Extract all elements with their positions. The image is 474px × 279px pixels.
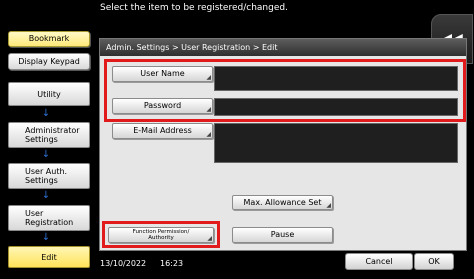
corner-mark-icon: ◢ — [326, 202, 331, 209]
control-panel-screen: Select the item to be registered/changed… — [0, 0, 474, 279]
nav-step-user-auth-settings[interactable]: User Auth. Settings — [8, 163, 90, 189]
breadcrumb: Admin. Settings > User Registration > Ed… — [100, 39, 466, 56]
nav-step-label: Edit — [41, 252, 57, 262]
user-name-field[interactable] — [214, 66, 458, 91]
nav-step-label: Utility — [37, 89, 61, 99]
max-allowance-set-button[interactable]: Max. Allowance Set ◢ — [232, 195, 333, 210]
corner-mark-icon: ◢ — [206, 131, 211, 138]
bookmark-label: Bookmark — [28, 34, 70, 43]
password-field[interactable] — [214, 98, 458, 116]
user-name-label: User Name — [140, 69, 185, 78]
down-arrow-icon: ↓ — [41, 190, 51, 201]
down-arrow-icon: ↓ — [41, 232, 51, 243]
ok-button[interactable]: OK — [414, 253, 454, 270]
corner-mark-icon: ◢ — [207, 235, 212, 242]
display-keypad-button[interactable]: Display Keypad — [8, 53, 90, 70]
status-date: 13/10/2022 — [100, 259, 147, 268]
status-time: 16:23 — [160, 259, 184, 268]
nav-step-label: Registration — [25, 218, 74, 227]
max-allowance-set-label: Max. Allowance Set — [243, 197, 322, 207]
email-address-button[interactable]: E-Mail Address ◢ — [112, 123, 213, 139]
corner-mark-icon: ◢ — [206, 106, 211, 113]
nav-step-label: User — [25, 209, 44, 218]
display-keypad-label: Display Keypad — [18, 56, 80, 66]
email-address-field[interactable] — [214, 123, 458, 163]
ok-label: OK — [428, 257, 440, 266]
status-datetime: 13/10/2022 16:23 — [100, 259, 183, 268]
function-permission-label: Authority — [148, 235, 174, 241]
cancel-button[interactable]: Cancel — [345, 253, 413, 270]
function-permission-button[interactable]: Function Permission/ Authority ◢ — [108, 227, 214, 243]
nav-step-label: Settings — [25, 135, 58, 144]
email-address-label: E-Mail Address — [133, 126, 192, 135]
nav-step-utility[interactable]: Utility — [8, 82, 90, 106]
instruction-text: Select the item to be registered/changed… — [100, 3, 288, 13]
nav-step-user-registration[interactable]: User Registration — [8, 205, 90, 231]
nav-step-label: Administrator — [25, 126, 80, 135]
nav-step-label: Settings — [25, 176, 58, 185]
nav-step-label: User Auth. — [25, 167, 68, 176]
nav-step-edit[interactable]: Edit — [8, 246, 90, 268]
cancel-label: Cancel — [365, 257, 393, 266]
corner-mark-icon: ◢ — [206, 74, 211, 81]
down-arrow-icon: ↓ — [41, 149, 51, 160]
user-name-button[interactable]: User Name ◢ — [112, 66, 213, 82]
password-label: Password — [143, 101, 182, 110]
password-button[interactable]: Password ◢ — [112, 98, 213, 114]
down-arrow-icon: ↓ — [41, 108, 51, 119]
pause-button[interactable]: Pause — [232, 227, 333, 243]
bookmark-button[interactable]: Bookmark — [8, 31, 90, 47]
nav-step-administrator-settings[interactable]: Administrator Settings — [8, 122, 90, 148]
pause-label: Pause — [270, 230, 295, 239]
